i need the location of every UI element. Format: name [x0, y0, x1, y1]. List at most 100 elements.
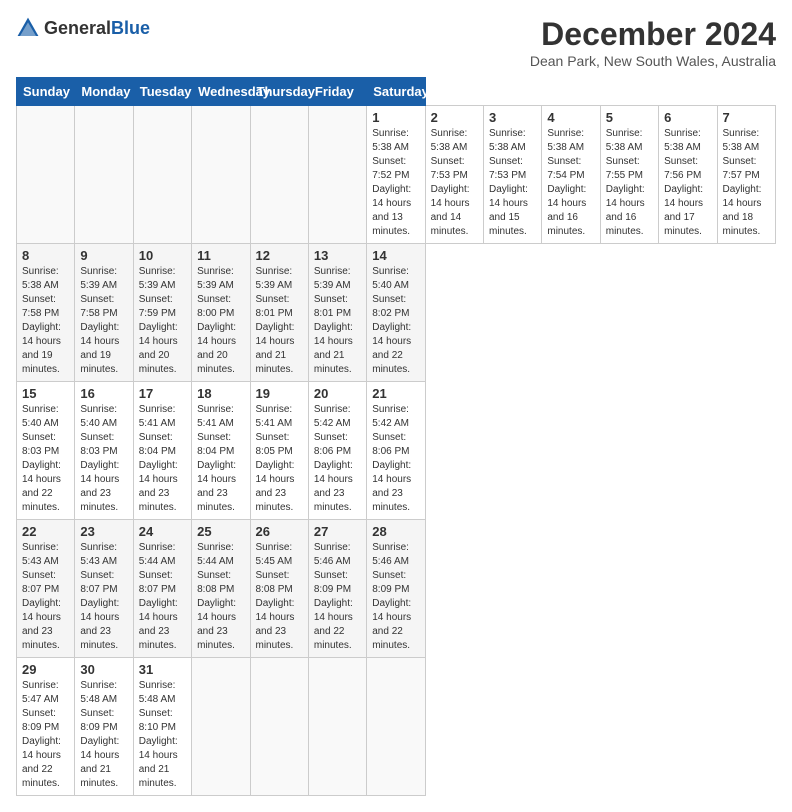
table-row: 28 Sunrise: 5:46 AMSunset: 8:09 PMDayligh…	[367, 520, 425, 658]
table-row: 29 Sunrise: 5:47 AMSunset: 8:09 PMDayligh…	[17, 658, 75, 796]
table-row	[133, 106, 191, 244]
day-number: 14	[372, 248, 419, 263]
day-number: 13	[314, 248, 361, 263]
day-number: 23	[80, 524, 127, 539]
day-number: 6	[664, 110, 711, 125]
table-row	[75, 106, 133, 244]
day-info: Sunrise: 5:38 AMSunset: 7:54 PMDaylight:…	[547, 127, 594, 239]
day-number: 31	[139, 662, 186, 677]
day-info: Sunrise: 5:38 AMSunset: 7:53 PMDaylight:…	[431, 127, 478, 239]
day-number: 20	[314, 386, 361, 401]
table-row: 11Sunrise: 5:39 AMSunset: 8:00 PMDayligh…	[192, 244, 250, 382]
day-number: 30	[80, 662, 127, 677]
col-wednesday: Wednesday	[192, 78, 250, 106]
day-number: 1	[372, 110, 419, 125]
table-row: 3 Sunrise: 5:38 AMSunset: 7:53 PMDaylight…	[484, 106, 542, 244]
table-row: 18 Sunrise: 5:41 AMSunset: 8:04 PMDayligh…	[192, 382, 250, 520]
title-area: December 2024 Dean Park, New South Wales…	[530, 16, 776, 69]
day-number: 29	[22, 662, 69, 677]
table-row	[17, 106, 75, 244]
day-info: Sunrise: 5:44 AMSunset: 8:07 PMDaylight:…	[139, 541, 186, 653]
day-info: Sunrise: 5:39 AMSunset: 7:59 PMDaylight:…	[139, 265, 186, 377]
col-tuesday: Tuesday	[133, 78, 191, 106]
table-row: 21Sunrise: 5:42 AMSunset: 8:06 PMDayligh…	[367, 382, 425, 520]
table-row: 12Sunrise: 5:39 AMSunset: 8:01 PMDayligh…	[250, 244, 308, 382]
table-row: 23Sunrise: 5:43 AMSunset: 8:07 PMDayligh…	[75, 520, 133, 658]
day-number: 22	[22, 524, 69, 539]
day-info: Sunrise: 5:38 AMSunset: 7:52 PMDaylight:…	[372, 127, 419, 239]
logo-text: GeneralBlue	[44, 18, 150, 39]
day-number: 24	[139, 524, 186, 539]
col-monday: Monday	[75, 78, 133, 106]
day-number: 28	[372, 524, 419, 539]
day-info: Sunrise: 5:38 AMSunset: 7:58 PMDaylight:…	[22, 265, 69, 377]
day-info: Sunrise: 5:41 AMSunset: 8:04 PMDaylight:…	[197, 403, 244, 515]
table-row: 19 Sunrise: 5:41 AMSunset: 8:05 PMDayligh…	[250, 382, 308, 520]
table-row: 20 Sunrise: 5:42 AMSunset: 8:06 PMDayligh…	[308, 382, 366, 520]
table-row: 8Sunrise: 5:38 AMSunset: 7:58 PMDaylight…	[17, 244, 75, 382]
day-info: Sunrise: 5:38 AMSunset: 7:57 PMDaylight:…	[723, 127, 771, 239]
col-sunday: Sunday	[17, 78, 75, 106]
table-row	[192, 658, 250, 796]
day-info: Sunrise: 5:47 AMSunset: 8:09 PMDaylight:…	[22, 679, 69, 791]
table-row	[308, 658, 366, 796]
table-row: 16 Sunrise: 5:40 AMSunset: 8:03 PMDayligh…	[75, 382, 133, 520]
day-number: 25	[197, 524, 244, 539]
col-saturday: Saturday	[367, 78, 425, 106]
calendar-table: Sunday Monday Tuesday Wednesday Thursday…	[16, 77, 776, 796]
day-info: Sunrise: 5:44 AMSunset: 8:08 PMDaylight:…	[197, 541, 244, 653]
day-number: 10	[139, 248, 186, 263]
day-number: 16	[80, 386, 127, 401]
table-row: 24 Sunrise: 5:44 AMSunset: 8:07 PMDayligh…	[133, 520, 191, 658]
day-number: 3	[489, 110, 536, 125]
day-number: 18	[197, 386, 244, 401]
day-info: Sunrise: 5:46 AMSunset: 8:09 PMDaylight:…	[372, 541, 419, 653]
day-info: Sunrise: 5:42 AMSunset: 8:06 PMDaylight:…	[314, 403, 361, 515]
table-row: 31 Sunrise: 5:48 AMSunset: 8:10 PMDayligh…	[133, 658, 191, 796]
day-number: 4	[547, 110, 594, 125]
day-number: 2	[431, 110, 478, 125]
table-row: 4 Sunrise: 5:38 AMSunset: 7:54 PMDaylight…	[542, 106, 600, 244]
table-row: 30 Sunrise: 5:48 AMSunset: 8:09 PMDayligh…	[75, 658, 133, 796]
table-row: 5 Sunrise: 5:38 AMSunset: 7:55 PMDaylight…	[600, 106, 658, 244]
day-info: Sunrise: 5:48 AMSunset: 8:10 PMDaylight:…	[139, 679, 186, 791]
day-info: Sunrise: 5:41 AMSunset: 8:05 PMDaylight:…	[256, 403, 303, 515]
location-title: Dean Park, New South Wales, Australia	[530, 53, 776, 69]
day-info: Sunrise: 5:46 AMSunset: 8:09 PMDaylight:…	[314, 541, 361, 653]
calendar-row: 22 Sunrise: 5:43 AMSunset: 8:07 PMDayligh…	[17, 520, 776, 658]
table-row	[250, 106, 308, 244]
table-row: 22 Sunrise: 5:43 AMSunset: 8:07 PMDayligh…	[17, 520, 75, 658]
table-row: 7 Sunrise: 5:38 AMSunset: 7:57 PMDaylight…	[717, 106, 776, 244]
page-header: GeneralBlue December 2024 Dean Park, New…	[16, 16, 776, 69]
calendar-row: 1 Sunrise: 5:38 AMSunset: 7:52 PMDaylight…	[17, 106, 776, 244]
day-number: 12	[256, 248, 303, 263]
table-row	[308, 106, 366, 244]
day-info: Sunrise: 5:39 AMSunset: 7:58 PMDaylight:…	[80, 265, 127, 377]
day-number: 27	[314, 524, 361, 539]
day-info: Sunrise: 5:38 AMSunset: 7:55 PMDaylight:…	[606, 127, 653, 239]
day-number: 21	[372, 386, 419, 401]
logo: GeneralBlue	[16, 16, 150, 40]
day-info: Sunrise: 5:45 AMSunset: 8:08 PMDaylight:…	[256, 541, 303, 653]
table-row: 27 Sunrise: 5:46 AMSunset: 8:09 PMDayligh…	[308, 520, 366, 658]
day-number: 15	[22, 386, 69, 401]
calendar-row: 15 Sunrise: 5:40 AMSunset: 8:03 PMDayligh…	[17, 382, 776, 520]
table-row: 14Sunrise: 5:40 AMSunset: 8:02 PMDayligh…	[367, 244, 425, 382]
day-number: 19	[256, 386, 303, 401]
day-info: Sunrise: 5:40 AMSunset: 8:03 PMDaylight:…	[80, 403, 127, 515]
day-number: 5	[606, 110, 653, 125]
day-number: 7	[723, 110, 771, 125]
table-row: 6Sunrise: 5:38 AMSunset: 7:56 PMDaylight…	[659, 106, 717, 244]
table-row: 15 Sunrise: 5:40 AMSunset: 8:03 PMDayligh…	[17, 382, 75, 520]
col-thursday: Thursday	[250, 78, 308, 106]
table-row: 10 Sunrise: 5:39 AMSunset: 7:59 PMDayligh…	[133, 244, 191, 382]
day-info: Sunrise: 5:48 AMSunset: 8:09 PMDaylight:…	[80, 679, 127, 791]
table-row: 17Sunrise: 5:41 AMSunset: 8:04 PMDayligh…	[133, 382, 191, 520]
day-info: Sunrise: 5:38 AMSunset: 7:53 PMDaylight:…	[489, 127, 536, 239]
col-friday: Friday	[308, 78, 366, 106]
day-info: Sunrise: 5:40 AMSunset: 8:03 PMDaylight:…	[22, 403, 69, 515]
day-number: 9	[80, 248, 127, 263]
table-row: 9 Sunrise: 5:39 AMSunset: 7:58 PMDaylight…	[75, 244, 133, 382]
day-info: Sunrise: 5:43 AMSunset: 8:07 PMDaylight:…	[22, 541, 69, 653]
day-number: 26	[256, 524, 303, 539]
